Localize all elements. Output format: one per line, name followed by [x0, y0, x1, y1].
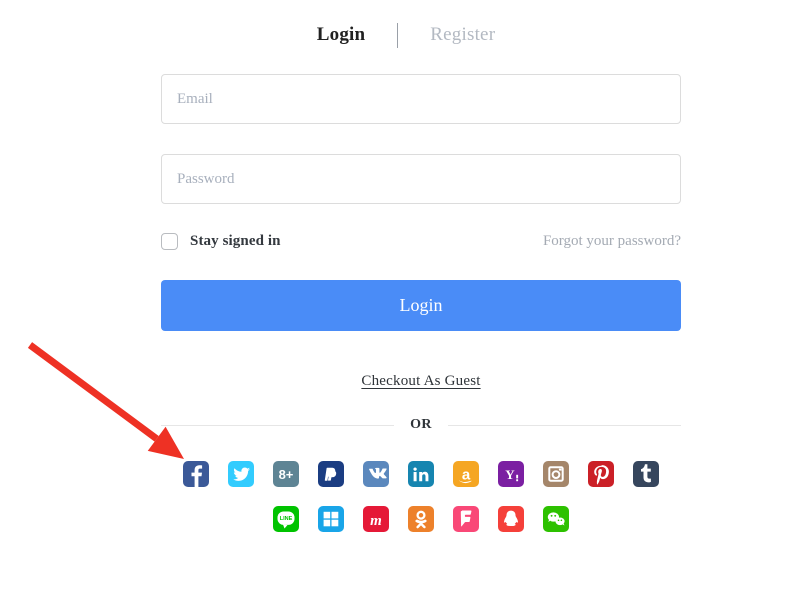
login-button[interactable]: Login	[161, 280, 681, 331]
auth-tabs: Login Register	[0, 18, 812, 52]
vk-icon[interactable]	[363, 461, 389, 487]
svg-text:8+: 8+	[279, 467, 294, 482]
login-form: Stay signed in Forgot your password? Log…	[161, 74, 681, 532]
foursquare-icon[interactable]	[453, 506, 479, 532]
twitter-icon[interactable]	[228, 461, 254, 487]
wechat-icon[interactable]	[543, 506, 569, 532]
stay-signed-in-checkbox[interactable]	[161, 232, 178, 250]
amazon-icon[interactable]: a	[453, 461, 479, 487]
checkout-as-guest-link[interactable]: Checkout As Guest	[361, 373, 480, 389]
svg-text:LINE: LINE	[280, 516, 293, 522]
tab-login[interactable]: Login	[317, 24, 366, 46]
or-label: OR	[410, 417, 432, 432]
google-plus-icon[interactable]: 8+	[273, 461, 299, 487]
password-input[interactable]	[161, 154, 681, 204]
instagram-icon[interactable]	[543, 461, 569, 487]
paypal-icon[interactable]	[318, 461, 344, 487]
login-page: Login Register Stay signed in Forgot you…	[0, 0, 812, 601]
svg-text:m: m	[370, 513, 382, 529]
or-line-left	[161, 424, 395, 426]
forgot-password-link[interactable]: Forgot your password?	[543, 233, 681, 250]
tumblr-icon[interactable]	[633, 461, 659, 487]
svg-text:a: a	[462, 467, 471, 484]
meetup-icon[interactable]: m	[363, 506, 389, 532]
form-options-row: Stay signed in Forgot your password?	[161, 224, 681, 258]
field-spacer	[161, 124, 681, 154]
social-row-primary: 8+ a Y	[161, 461, 681, 487]
windows-icon[interactable]	[318, 506, 344, 532]
or-line-right	[447, 424, 681, 426]
email-input[interactable]	[161, 74, 681, 124]
social-row-secondary: LINE m	[161, 506, 681, 532]
qq-icon[interactable]	[498, 506, 524, 532]
pinterest-icon[interactable]	[588, 461, 614, 487]
linkedin-icon[interactable]	[408, 461, 434, 487]
social-login-section: 8+ a Y LINE m	[161, 461, 681, 532]
guest-checkout-wrap: Checkout As Guest	[161, 372, 681, 390]
svg-text:Y: Y	[505, 467, 515, 482]
stay-signed-in-label: Stay signed in	[190, 232, 281, 249]
tab-register[interactable]: Register	[430, 24, 495, 46]
yahoo-icon[interactable]: Y	[498, 461, 524, 487]
tab-divider	[397, 22, 399, 48]
stay-signed-in-control[interactable]: Stay signed in	[161, 232, 281, 250]
odnoklassniki-icon[interactable]	[408, 506, 434, 532]
line-icon[interactable]: LINE	[273, 506, 299, 532]
or-divider: OR	[161, 417, 681, 433]
facebook-icon[interactable]	[183, 461, 209, 487]
